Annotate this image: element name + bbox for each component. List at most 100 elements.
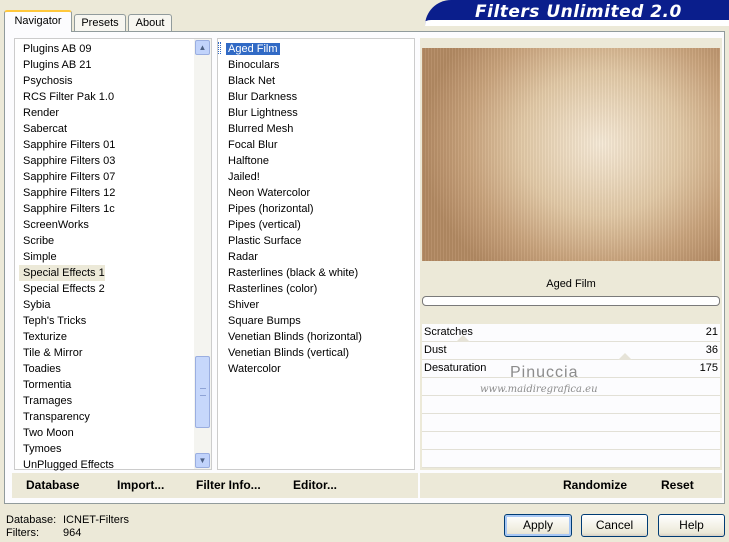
filter-item-label: Aged Film — [226, 43, 280, 55]
category-items: Plugins AB 09 Plugins AB 21 Psychosis RCS F… — [19, 41, 194, 473]
navigator-panel: Plugins AB 09 Plugins AB 21 Psychosis RCS F… — [4, 31, 725, 504]
category-item[interactable]: Simple — [19, 249, 194, 265]
filter-item-label: Venetian Blinds (horizontal) — [228, 331, 362, 343]
progress-bar — [422, 296, 720, 306]
database-label: Database: — [6, 514, 57, 526]
category-item[interactable]: Plugins AB 21 — [19, 57, 194, 73]
filter-item[interactable]: Blur Lightness — [222, 105, 412, 121]
filter-name-label: Aged Film — [422, 271, 720, 297]
filter-item[interactable]: Venetian Blinds (vertical) — [222, 345, 412, 361]
param-dust[interactable]: Dust 36 — [422, 335, 720, 360]
cancel-button[interactable]: Cancel — [581, 514, 648, 537]
filter-item-label: Halftone — [228, 155, 269, 167]
tab-presets[interactable]: Presets — [74, 14, 126, 32]
category-item[interactable]: UnPlugged Effects — [19, 457, 194, 473]
category-item[interactable]: Special Effects 1 — [19, 265, 105, 281]
param-empty — [422, 396, 720, 414]
filter-item[interactable]: Venetian Blinds (horizontal) — [222, 329, 412, 345]
filter-item[interactable]: Shiver — [222, 297, 412, 313]
filter-item-label: Blurred Mesh — [228, 123, 294, 135]
filter-item[interactable]: Radar — [222, 249, 412, 265]
category-item[interactable]: Tormentia — [19, 377, 194, 393]
filter-item[interactable]: Black Net — [222, 73, 412, 89]
filter-item[interactable]: Pipes (vertical) — [222, 217, 412, 233]
category-item[interactable]: RCS Filter Pak 1.0 — [19, 89, 194, 105]
category-item[interactable]: Tymoes — [19, 441, 194, 457]
database-button[interactable]: Database — [26, 478, 79, 492]
filter-list[interactable]: Aged Film Binoculars Black Net Blur Darknes… — [217, 38, 415, 470]
category-item[interactable]: Sabercat — [19, 121, 194, 137]
category-item[interactable]: Sapphire Filters 12 — [19, 185, 194, 201]
randomize-button[interactable]: Randomize — [563, 478, 627, 492]
category-item[interactable]: Sapphire Filters 03 — [19, 153, 194, 169]
filter-item[interactable]: Rasterlines (color) — [222, 281, 412, 297]
title-banner: Filters Unlimited 2.0 — [425, 0, 729, 26]
category-item[interactable]: Plugins AB 09 — [19, 41, 194, 57]
filter-item[interactable]: Rasterlines (black & white) — [222, 265, 412, 281]
tab-navigator[interactable]: Navigator — [4, 10, 72, 32]
import-button[interactable]: Import... — [117, 478, 164, 492]
reset-button[interactable]: Reset — [661, 478, 694, 492]
filter-item[interactable]: Halftone — [222, 153, 412, 169]
scroll-down-icon[interactable]: ▼ — [195, 453, 210, 468]
filter-item[interactable]: Blur Darkness — [222, 89, 412, 105]
filter-item[interactable]: Pipes (horizontal) — [222, 201, 412, 217]
filter-item-label: Square Bumps — [228, 315, 301, 327]
category-item[interactable]: Toadies — [19, 361, 194, 377]
category-item[interactable]: Two Moon — [19, 425, 194, 441]
param-empty — [422, 414, 720, 432]
filter-item[interactable]: Blurred Mesh — [222, 121, 412, 137]
filter-item[interactable]: Neon Watercolor — [222, 185, 412, 201]
category-list[interactable]: Plugins AB 09 Plugins AB 21 Psychosis RCS F… — [14, 38, 212, 473]
filter-item-label: Rasterlines (black & white) — [228, 267, 359, 279]
filter-item-label: Watercolor — [228, 363, 281, 375]
filter-item[interactable]: Binoculars — [222, 57, 412, 73]
category-item[interactable]: Render — [19, 105, 194, 121]
param-name: Desaturation — [424, 362, 487, 374]
watermark-url: www.maidiregrafica.eu — [480, 384, 598, 395]
filter-item[interactable]: Square Bumps — [222, 313, 412, 329]
filter-item[interactable]: Aged Film — [222, 41, 412, 57]
category-item[interactable]: Sapphire Filters 01 — [19, 137, 194, 153]
param-value: 21 — [705, 326, 718, 338]
tab-about[interactable]: About — [128, 14, 172, 32]
category-item[interactable]: Tramages — [19, 393, 194, 409]
filter-item-label: Pipes (horizontal) — [228, 203, 314, 215]
preview-frame: Aged Film Scratches 21 Dust 36 Desaturat… — [420, 38, 722, 470]
category-item[interactable]: ScreenWorks — [19, 217, 194, 233]
filter-items: Aged Film Binoculars Black Net Blur Darknes… — [222, 41, 412, 377]
apply-button[interactable]: Apply — [504, 514, 572, 537]
status-area: Database: ICNET-Filters Filters: 964 — [6, 514, 129, 540]
filter-item-label: Neon Watercolor — [228, 187, 311, 199]
filter-item[interactable]: Focal Blur — [222, 137, 412, 153]
slider-marker-icon — [456, 335, 470, 342]
category-item[interactable]: Teph's Tricks — [19, 313, 194, 329]
filter-item-label: Focal Blur — [228, 139, 278, 151]
scroll-up-icon[interactable]: ▲ — [195, 40, 210, 55]
filter-item[interactable]: Watercolor — [222, 361, 412, 377]
category-item[interactable]: Special Effects 2 — [19, 281, 194, 297]
filter-item[interactable]: Plastic Surface — [222, 233, 412, 249]
preview-toolbar: Randomize Reset — [420, 473, 722, 498]
filter-item-label: Jailed! — [228, 171, 260, 183]
filter-item[interactable]: Jailed! — [222, 169, 412, 185]
filter-info-button[interactable]: Filter Info... — [196, 478, 261, 492]
filter-item-label: Black Net — [228, 75, 276, 87]
category-item[interactable]: Tile & Mirror — [19, 345, 194, 361]
category-item[interactable]: Psychosis — [19, 73, 194, 89]
category-scrollbar[interactable]: ▲ ▼ — [194, 39, 211, 469]
category-item[interactable]: Transparency — [19, 409, 194, 425]
help-button[interactable]: Help — [658, 514, 725, 537]
scroll-thumb[interactable] — [195, 356, 210, 428]
category-item[interactable]: Sapphire Filters 1c — [19, 201, 194, 217]
editor-button[interactable]: Editor... — [293, 478, 337, 492]
category-item[interactable]: Scribe — [19, 233, 194, 249]
param-value: 175 — [699, 362, 718, 374]
watermark-name: Pinuccia — [510, 364, 579, 381]
param-value: 36 — [705, 344, 718, 356]
slider-marker-icon — [618, 353, 632, 360]
filters-count: 964 — [63, 527, 82, 539]
category-item[interactable]: Texturize — [19, 329, 194, 345]
category-item[interactable]: Sapphire Filters 07 — [19, 169, 194, 185]
category-item[interactable]: Sybia — [19, 297, 194, 313]
